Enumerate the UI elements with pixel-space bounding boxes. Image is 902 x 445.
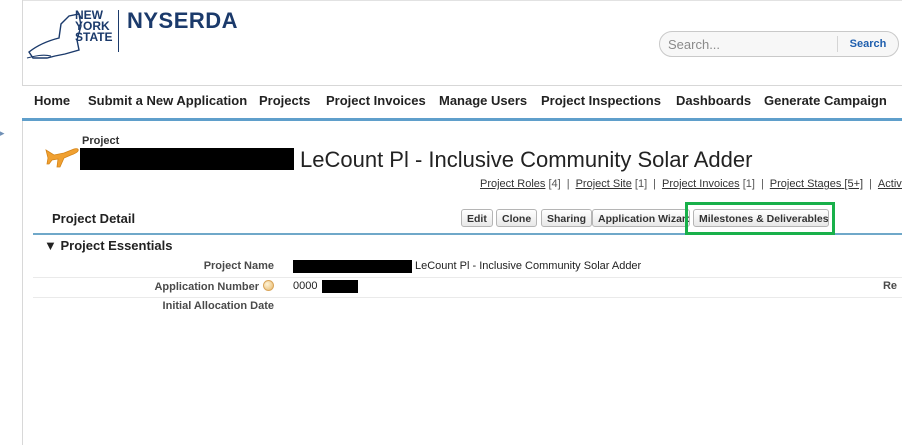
- redacted-project-id: [80, 148, 294, 170]
- link-separator: |: [760, 178, 764, 190]
- search-button[interactable]: Search: [842, 34, 894, 54]
- sharing-button[interactable]: Sharing: [541, 209, 593, 227]
- field-value-application-number: 0000: [293, 280, 318, 292]
- clone-button[interactable]: Clone: [496, 209, 538, 227]
- highlight-box: [685, 202, 835, 235]
- tab-dashboards[interactable]: Dashboards: [676, 93, 751, 108]
- link-project-site-count: [1]: [634, 178, 648, 190]
- tab-project-inspections[interactable]: Project Inspections: [541, 93, 661, 108]
- field-label-application-number-text: Application Number: [154, 281, 259, 293]
- section-project-essentials[interactable]: ▼ Project Essentials: [44, 238, 172, 253]
- tab-manage-users[interactable]: Manage Users: [439, 93, 527, 108]
- edit-button[interactable]: Edit: [461, 209, 493, 227]
- airplane-icon: [45, 148, 79, 168]
- field-label-truncated: Re: [882, 280, 897, 292]
- field-row-initial-allocation-date: Initial Allocation Date: [33, 297, 902, 317]
- page-title: LeCount Pl - Inclusive Community Solar A…: [300, 147, 753, 172]
- link-separator: |: [653, 178, 656, 190]
- help-bubble-icon[interactable]: [263, 280, 274, 291]
- link-activity[interactable]: Activity: [878, 178, 902, 190]
- link-project-invoices-label: Project Invoices: [661, 178, 740, 190]
- field-label-initial-allocation-date: Initial Allocation Date: [162, 300, 274, 312]
- redacted-application-number: [322, 280, 358, 293]
- redacted-project-name-prefix: [293, 260, 412, 273]
- logo-state-text: NEW YORK STATE: [75, 9, 113, 44]
- search-divider: [837, 36, 838, 52]
- tab-generate-campaign[interactable]: Generate Campaign: [764, 93, 887, 108]
- link-project-stages-count: [5+]: [844, 178, 864, 190]
- link-project-site-label: Project Site: [575, 178, 632, 190]
- tab-projects[interactable]: Projects: [259, 93, 310, 108]
- field-row-project-name: Project Name LeCount Pl - Inclusive Comm…: [33, 257, 902, 278]
- tab-home[interactable]: Home: [34, 93, 70, 108]
- field-label-application-number: Application Number: [154, 280, 274, 293]
- detail-title: Project Detail: [52, 211, 136, 226]
- search-input[interactable]: [668, 35, 838, 53]
- logo-divider: [118, 10, 119, 52]
- related-list-links: Project Roles [4] | Project Site [1] | Proje…: [480, 178, 902, 190]
- link-separator: |: [566, 178, 570, 190]
- logo-state-line-3: STATE: [75, 30, 113, 44]
- tab-submit-new-application[interactable]: Submit a New Application: [88, 93, 247, 108]
- frame-left-border: [22, 0, 23, 445]
- main-nav: Home Submit a New Application Projects P…: [22, 85, 902, 121]
- link-project-invoices-count: [1]: [742, 178, 755, 190]
- field-row-application-number: Application Number 0000 Re: [33, 277, 902, 298]
- link-project-invoices[interactable]: Project Invoices: [662, 178, 740, 190]
- logo-brand-name: NYSERDA: [127, 8, 239, 33]
- link-activity-label: Activity: [877, 178, 902, 190]
- sidebar-expand-handle[interactable]: ▸: [0, 128, 6, 139]
- link-project-roles-count: [4]: [548, 178, 561, 190]
- search-box: Search: [659, 31, 899, 57]
- tab-project-invoices[interactable]: Project Invoices: [326, 93, 426, 108]
- link-project-roles[interactable]: Project Roles: [480, 178, 545, 190]
- field-value-project-name: LeCount Pl - Inclusive Community Solar A…: [415, 260, 642, 272]
- link-separator: |: [869, 178, 872, 190]
- breadcrumb: Project: [82, 135, 120, 147]
- link-project-stages[interactable]: Project Stages [5+]: [770, 178, 863, 190]
- link-project-site[interactable]: Project Site: [576, 178, 632, 190]
- link-project-stages-label: Project Stages: [769, 178, 842, 190]
- field-label-project-name: Project Name: [203, 260, 274, 272]
- frame-top-border: [22, 0, 902, 1]
- link-project-roles-label: Project Roles: [480, 178, 546, 190]
- application-wizard-button[interactable]: Application Wizard: [592, 209, 690, 227]
- nyserda-logo[interactable]: NEW YORK STATE NYSERDA: [25, 8, 238, 68]
